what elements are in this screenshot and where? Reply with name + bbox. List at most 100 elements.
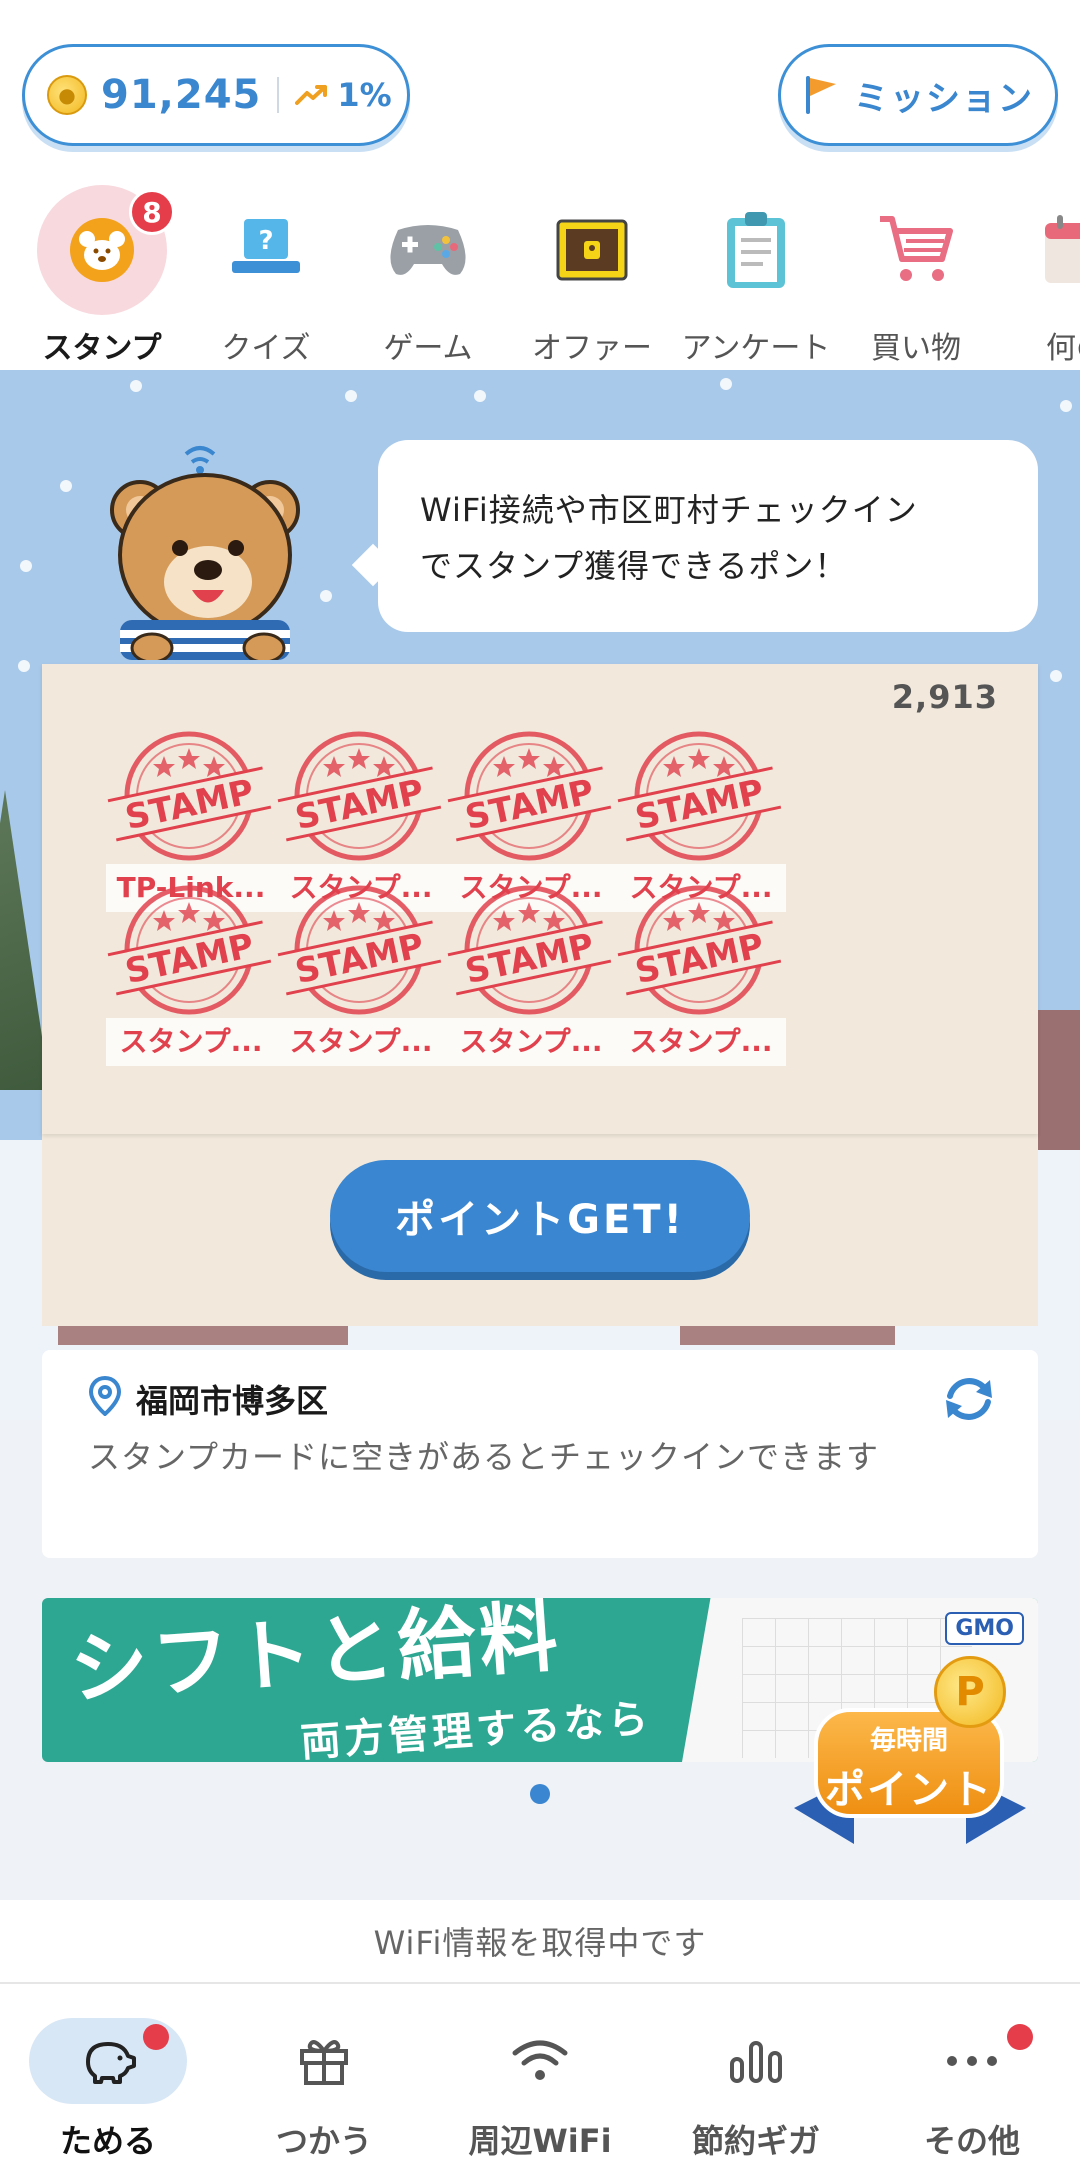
hourly-line2: ポイント xyxy=(825,1767,993,1813)
tab-game[interactable]: ゲーム xyxy=(346,185,510,370)
gift-icon xyxy=(300,2040,348,2085)
snowflake xyxy=(720,378,732,390)
piggy-bank-icon xyxy=(86,2042,136,2084)
nav-label: 節約ギガ xyxy=(691,2122,820,2160)
tab-survey[interactable]: アンケート xyxy=(674,185,838,370)
stamp-word: STAMP xyxy=(292,772,428,838)
bottom-nav: ためる つかう 周辺WiFi 節約ギガ その他 xyxy=(0,1986,1080,2179)
tab-stamp[interactable]: 8 スタンプ xyxy=(20,185,184,370)
tab-calendar[interactable]: 何の xyxy=(994,185,1080,370)
stamp-seal-icon: STAMP xyxy=(107,731,272,861)
carousel-dot[interactable] xyxy=(530,1784,550,1804)
snowflake xyxy=(1060,400,1072,412)
hourly-points-badge[interactable]: 毎時間 ポイント P xyxy=(794,1656,1026,1856)
stamp-word: STAMP xyxy=(122,772,258,838)
tab-offer[interactable]: オファー xyxy=(510,185,674,370)
trend-value: 1% xyxy=(337,76,392,114)
stamp-label: スタンプ... xyxy=(616,1018,786,1066)
refresh-icon[interactable] xyxy=(940,1374,998,1424)
nav-icon-wrap xyxy=(245,2018,403,2104)
tab-stamp-badge: 8 xyxy=(129,189,175,235)
snowflake xyxy=(1050,670,1062,682)
nav-icon-wrap xyxy=(29,2018,187,2104)
category-tabs: 8 スタンプ ? クイズ ゲーム オファー アンケート 買い物 何 xyxy=(0,185,1080,370)
mission-button[interactable]: ミッション xyxy=(778,44,1058,146)
stamp-word: STAMP xyxy=(632,926,768,992)
banner-brand: GMO xyxy=(945,1612,1024,1645)
tab-label: 何の xyxy=(1046,331,1080,366)
stamp-slot[interactable]: STAMP スタンプ... xyxy=(434,876,624,1066)
stamp-slot[interactable]: STAMP スタンプ... xyxy=(604,876,794,1066)
location-note: スタンプカードに空きがあるとチェックインできます xyxy=(88,1438,880,1476)
stamp-seal-icon: STAMP xyxy=(447,731,612,861)
nav-label: その他 xyxy=(923,2122,1020,2160)
flag-icon xyxy=(806,76,836,114)
stamp-word: STAMP xyxy=(292,926,428,992)
point-get-button[interactable]: ポイントGET! xyxy=(330,1160,750,1272)
nav-label: 周辺WiFi xyxy=(468,2122,612,2160)
p-coin-icon: P xyxy=(934,1656,1006,1728)
bar-chart-icon xyxy=(730,2041,782,2083)
stamp-scene: WiFi接続や市区町村チェックイン でスタンプ獲得できるポン！ 2,913 ST… xyxy=(0,370,1080,1420)
svg-text:?: ? xyxy=(258,226,273,256)
nav-tameru[interactable]: ためる xyxy=(0,1986,216,2179)
tab-quiz-icon-wrap: ? xyxy=(201,185,331,315)
tab-label: 買い物 xyxy=(871,331,961,366)
tab-label: クイズ xyxy=(221,331,311,366)
treasure-icon xyxy=(556,219,628,281)
notification-dot xyxy=(143,2024,169,2050)
tab-calendar-icon-wrap xyxy=(1011,185,1080,315)
stamp-seal-icon: STAMP xyxy=(277,731,442,861)
tab-stamp-icon-wrap: 8 xyxy=(37,185,175,315)
stamp-seal-icon: STAMP xyxy=(107,885,272,1015)
stamp-slot[interactable]: STAMP スタンプ... xyxy=(264,876,454,1066)
nav-save-giga[interactable]: 節約ギガ xyxy=(648,1986,864,2179)
more-icon xyxy=(947,2056,997,2066)
location-name: 福岡市博多区 xyxy=(136,1382,329,1420)
stamp-label: スタンプ... xyxy=(446,1018,616,1066)
tab-label: アンケート xyxy=(681,331,831,366)
stamp-slot[interactable]: STAMP スタンプ... xyxy=(94,876,284,1066)
calendar-icon xyxy=(1045,215,1080,283)
tab-shopping[interactable]: 買い物 xyxy=(834,185,998,370)
nav-nearby-wifi[interactable]: 周辺WiFi xyxy=(432,1986,648,2179)
snowflake xyxy=(320,590,332,602)
snowflake xyxy=(18,660,30,672)
wifi-icon xyxy=(512,2040,568,2080)
tab-label: オファー xyxy=(532,331,652,366)
nav-icon-wrap xyxy=(461,2018,619,2104)
stamp-word: STAMP xyxy=(462,926,598,992)
bear-icon xyxy=(70,218,134,282)
stamp-seal-icon: STAMP xyxy=(447,885,612,1015)
points-value: 91,245 xyxy=(101,72,262,118)
nav-icon-wrap xyxy=(893,2018,1051,2104)
cart-icon xyxy=(880,216,953,281)
pill-divider xyxy=(277,77,280,113)
snowflake xyxy=(474,390,486,402)
stamp-card: 2,913 STAMP TP-Link... STAMP スタンプ... STAMP スタ… xyxy=(42,664,1038,1134)
stamp-seal-icon: STAMP xyxy=(617,731,782,861)
coin-icon: ● xyxy=(47,75,87,115)
nav-label: つかう xyxy=(275,2122,372,2160)
nav-other[interactable]: その他 xyxy=(864,1986,1080,2179)
speech-line: でスタンプ獲得できるポン！ xyxy=(420,547,848,585)
tab-label: スタンプ xyxy=(42,331,162,366)
tab-offer-icon-wrap xyxy=(527,185,657,315)
nav-tsukau[interactable]: つかう xyxy=(216,1986,432,2179)
points-balance-pill[interactable]: ● 91,245 1% xyxy=(22,44,410,146)
stamp-word: STAMP xyxy=(122,926,258,992)
speech-bubble: WiFi接続や市区町村チェックイン でスタンプ獲得できるポン！ xyxy=(378,440,1038,632)
gamepad-icon xyxy=(390,225,466,275)
clipboard-icon xyxy=(727,212,785,288)
stamp-word: STAMP xyxy=(632,772,768,838)
tab-game-icon-wrap xyxy=(363,185,493,315)
stamp-count: 2,913 xyxy=(891,678,998,716)
tab-shopping-icon-wrap xyxy=(851,185,981,315)
top-bar: ● 91,245 1% ミッション xyxy=(0,0,1080,180)
stamp-seal-icon: STAMP xyxy=(277,885,442,1015)
bear-mascot xyxy=(110,446,300,660)
stamp-word: STAMP xyxy=(462,772,598,838)
tab-quiz[interactable]: ? クイズ xyxy=(184,185,348,370)
trend-up-icon xyxy=(295,85,328,105)
location-pin-icon xyxy=(88,1376,122,1416)
